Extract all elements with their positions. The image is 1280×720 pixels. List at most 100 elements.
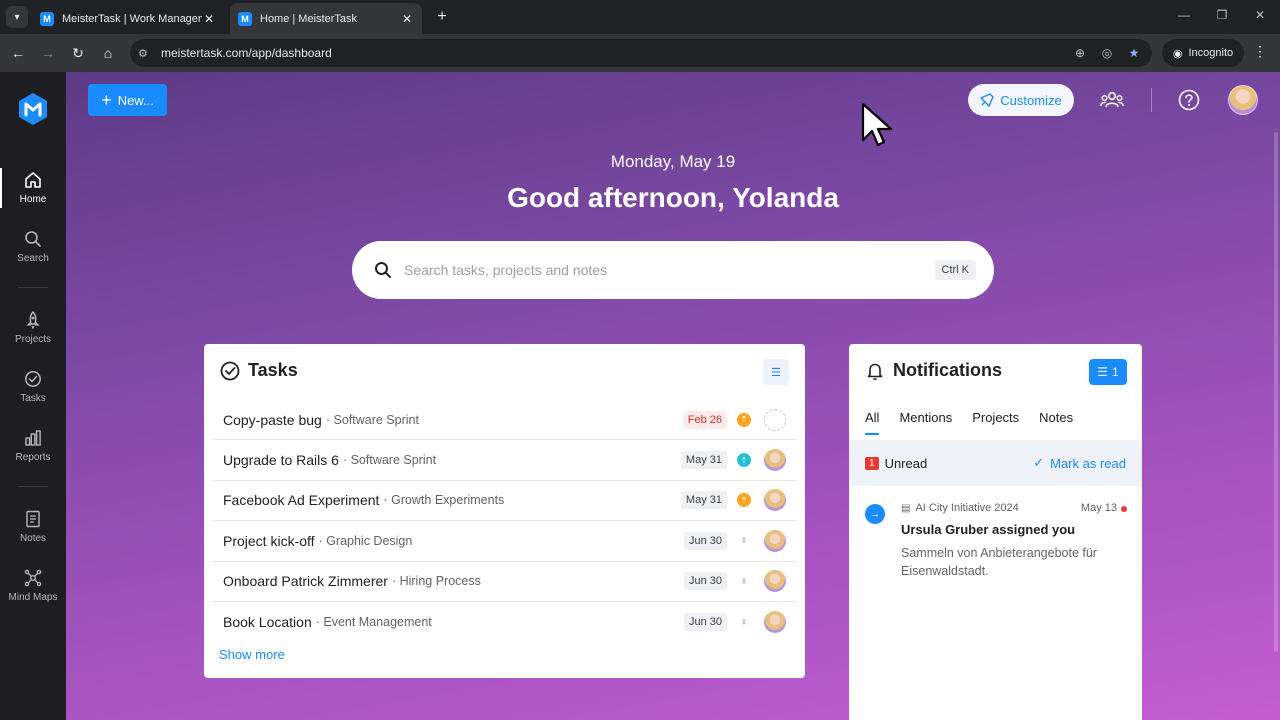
search-icon [375,262,391,278]
notification-title: Ursula Gruber assigned you [901,522,1076,537]
sidebar-item-home[interactable]: Home [0,162,66,214]
due-date-badge: Jun 30 [683,531,727,550]
task-list: Copy-paste bug Software Sprint Feb 26 ⇡ … [212,400,797,642]
unread-dot-icon [1121,506,1127,512]
tasks-filter-button[interactable]: ☰ [763,359,789,385]
plus-icon: + [101,90,112,110]
browser-menu-icon[interactable]: ⋮ [1252,43,1268,60]
filter-count: 1 [1112,365,1119,379]
close-icon[interactable]: ✕ [202,12,216,26]
home-browser-icon[interactable]: ⌂ [98,43,118,63]
back-icon[interactable]: ← [8,43,28,63]
tab-projects[interactable]: Projects [972,410,1019,435]
avatar[interactable] [764,408,786,431]
table-row[interactable]: Onboard Patrick Zimmerer Hiring Process … [212,562,797,602]
tab-search-button[interactable]: ▾ [6,6,28,28]
customize-button[interactable]: Customize [968,84,1074,116]
task-name[interactable]: Project kick-off [223,533,315,549]
dashboard-main: + New... Customize Monday, May 19 Good a… [66,72,1280,720]
address-bar[interactable]: ⚙ meistertask.com/app/dashboard ⊕ ◎ ★ [130,39,1152,67]
task-name[interactable]: Upgrade to Rails 6 [223,452,339,468]
status-icon: ⇡ [737,412,751,427]
table-row[interactable]: Facebook Ad Experiment Growth Experiment… [212,481,797,522]
browser-tab-inactive[interactable]: M MeisterTask | Work Management ✕ [32,3,224,34]
close-icon[interactable]: ✕ [400,12,414,26]
forward-icon[interactable]: → [38,43,58,63]
task-name[interactable]: Facebook Ad Experiment [223,492,379,508]
url-text[interactable]: meistertask.com/app/dashboard [161,46,1071,60]
table-row[interactable]: Copy-paste bug Software Sprint Feb 26 ⇡ [212,400,797,441]
reload-icon[interactable]: ↻ [68,43,88,63]
tab-notes[interactable]: Notes [1039,410,1073,435]
help-icon[interactable] [1178,89,1200,111]
sidebar-item-label: Projects [14,334,52,345]
tasks-widget: Tasks ☰ Copy-paste bug Software Sprint F… [204,344,805,678]
sidebar: Home Search Projects Tasks Reports Notes… [0,72,66,720]
avatar[interactable] [764,529,786,552]
site-info-icon[interactable]: ⚙ [138,47,152,60]
sidebar-item-tasks[interactable]: Tasks [0,361,66,413]
user-avatar[interactable] [1228,85,1258,115]
sidebar-item-notes[interactable]: Notes [0,501,66,553]
mark-as-read-label: Mark as read [1050,455,1126,471]
new-tab-button[interactable]: + [432,7,452,27]
table-row[interactable]: Book Location Event Management Jun 30 ⇞ [212,602,797,642]
sidebar-item-label: Search [17,253,49,264]
arrow-right-icon: → [865,504,885,524]
sidebar-item-mind-maps[interactable]: Mind Maps [0,560,66,612]
avatar[interactable] [764,489,786,512]
task-project: Software Sprint [343,453,436,467]
current-date: Monday, May 19 [610,152,736,171]
table-row[interactable]: Upgrade to Rails 6 Software Sprint May 3… [212,440,797,481]
due-date-badge: Feb 26 [682,410,727,429]
avatar[interactable] [764,611,786,634]
search-input[interactable]: Search tasks, projects and notes Ctrl K [352,241,994,299]
tab-mentions[interactable]: Mentions [899,410,952,435]
show-more-link[interactable]: Show more [219,647,285,662]
notification-project: AI City Initiative 2024 [915,502,1019,514]
task-project: Software Sprint [326,413,418,427]
avatar[interactable] [764,449,786,472]
due-date-badge: May 31 [680,491,727,510]
notifications-filter-button[interactable]: ☰ 1 [1089,359,1127,385]
sidebar-divider [18,287,48,288]
team-icon[interactable] [1100,90,1124,110]
incognito-badge[interactable]: ◉ Incognito [1162,39,1244,67]
task-name[interactable]: Book Location [223,614,312,630]
tasks-title: Tasks [248,360,298,380]
sidebar-item-search[interactable]: Search [0,221,66,273]
bell-icon [867,363,883,380]
notification-date: May 13 [1080,502,1117,514]
bookmark-star-icon[interactable]: ★ [1125,46,1143,60]
tab-all[interactable]: All [865,410,880,435]
mark-as-read-button[interactable]: ✓ Mark as read [1033,455,1126,471]
close-window-icon[interactable]: ✕ [1250,8,1270,22]
table-row[interactable]: Project kick-off Graphic Design Jun 30 ⇞ [212,521,797,562]
notification-body: Sammeln von Anbieterangebote für Eisenwa… [901,546,1097,578]
minimize-icon[interactable]: — [1174,8,1194,22]
task-name[interactable]: Copy-paste bug [223,412,322,428]
sidebar-item-projects[interactable]: Projects [0,302,66,354]
task-name[interactable]: Onboard Patrick Zimmerer [223,573,388,589]
mindmap-icon [24,569,42,587]
keyboard-shortcut-badge: Ctrl K [934,260,976,280]
task-project: Graphic Design [319,534,412,548]
zoom-icon[interactable]: ⊕ [1071,46,1089,60]
sidebar-item-label: Mind Maps [8,592,58,603]
bar-chart-icon [25,430,41,446]
avatar[interactable] [764,570,786,593]
sidebar-item-label: Notes [19,533,47,544]
scrollbar[interactable] [1274,132,1278,652]
eye-off-icon[interactable]: ◎ [1098,46,1116,60]
new-button[interactable]: + New... [88,84,167,116]
meistertask-logo-icon[interactable] [17,92,49,126]
browser-toolbar: ← → ↻ ⌂ ⚙ meistertask.com/app/dashboard … [0,34,1280,72]
pin-icon: ⇞ [740,536,748,546]
notifications-header: Notifications [865,360,1002,381]
sidebar-item-reports[interactable]: Reports [0,420,66,472]
restore-icon[interactable]: ❐ [1212,8,1232,22]
search-placeholder: Search tasks, projects and notes [404,262,608,278]
tasks-header: Tasks [220,360,298,381]
browser-tab-active[interactable]: M Home | MeisterTask ✕ [230,3,422,34]
tab-title: MeisterTask | Work Management [62,12,202,25]
